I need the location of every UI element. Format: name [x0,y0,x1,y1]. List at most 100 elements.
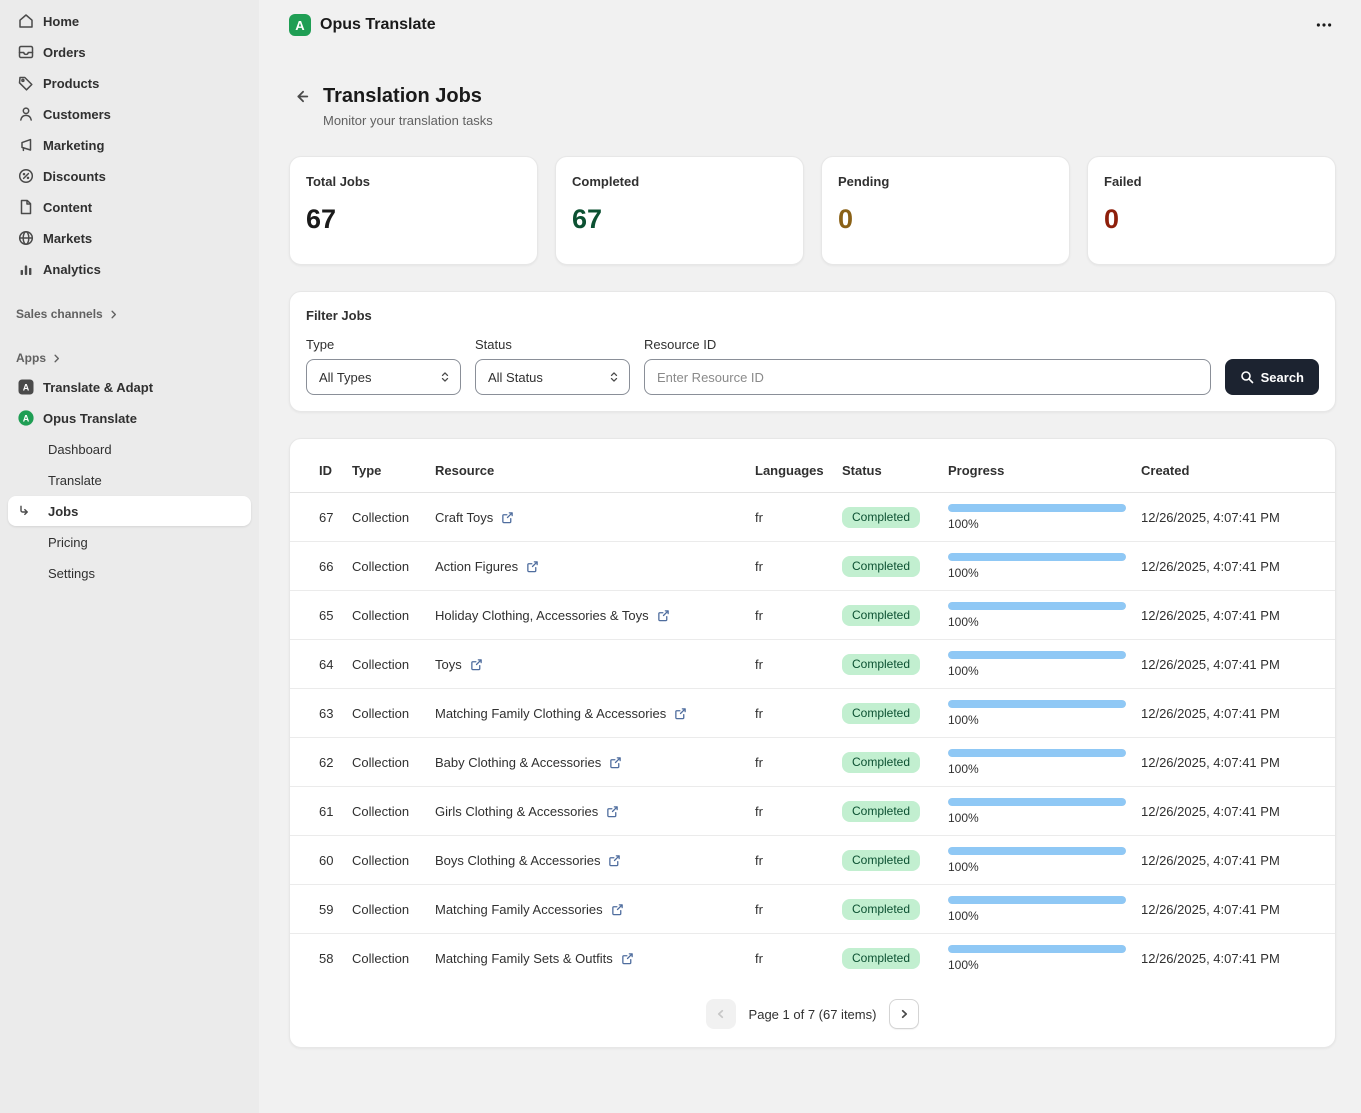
type-select[interactable]: All Types [306,359,461,395]
pagination-info: Page 1 of 7 (67 items) [749,1007,877,1022]
sidebar-subitem-pricing[interactable]: Pricing [8,527,251,557]
job-id: 58 [319,951,352,966]
status-badge: Completed [842,899,920,920]
status-badge: Completed [842,752,920,773]
table-row: 60 Collection Boys Clothing & Accessorie… [290,836,1335,885]
chevron-left-icon [714,1007,728,1021]
progress-bar [948,945,1126,953]
status-select[interactable]: All Status [475,359,630,395]
filter-row: Type All Types Status All Status Resourc… [306,337,1319,395]
external-link-icon[interactable] [611,903,624,916]
job-created: 12/26/2025, 4:07:41 PM [1141,804,1319,819]
external-link-icon[interactable] [526,560,539,573]
sidebar-item-label: Markets [43,231,92,246]
prev-page-button[interactable] [706,999,736,1029]
job-progress: 100% [948,945,1141,972]
updown-chevron-icon [439,371,451,383]
topbar: A Opus Translate [259,0,1361,50]
type-label: Type [306,337,461,352]
filter-title: Filter Jobs [306,308,1319,323]
progress-percent: 100% [948,566,1141,580]
table-row: 58 Collection Matching Family Sets & Out… [290,934,1335,983]
resource-name: Holiday Clothing, Accessories & Toys [435,608,649,623]
sidebar-item-customers[interactable]: Customers [8,99,251,129]
sidebar-item-home[interactable]: Home [8,6,251,36]
job-created: 12/26/2025, 4:07:41 PM [1141,951,1319,966]
sidebar-item-orders[interactable]: Orders [8,37,251,67]
job-languages: fr [755,755,842,770]
resource-id-input[interactable] [644,359,1211,395]
sidebar-subitem-jobs[interactable]: Jobs [8,496,251,526]
table-row: 62 Collection Baby Clothing & Accessorie… [290,738,1335,787]
sidebar-item-label: Content [43,200,92,215]
external-link-icon[interactable] [608,854,621,867]
job-resource: Craft Toys [435,510,755,525]
job-resource: Action Figures [435,559,755,574]
job-id: 67 [319,510,352,525]
progress-bar [948,700,1126,708]
sidebar-item-translate-adapt[interactable]: A Translate & Adapt [8,372,251,402]
translate-adapt-icon: A [16,377,36,397]
job-resource: Toys [435,657,755,672]
sidebar-item-marketing[interactable]: Marketing [8,130,251,160]
chevron-right-icon [897,1007,911,1021]
stat-value: 67 [572,204,787,235]
products-icon [16,73,36,93]
more-menu-button[interactable] [1311,12,1337,38]
sidebar-subitem-label: Dashboard [48,442,112,457]
elbow-arrow-icon [17,504,31,518]
progress-percent: 100% [948,958,1141,972]
page-header: Translation Jobs [289,84,1336,108]
svg-text:A: A [23,383,30,393]
table-row: 67 Collection Craft Toys fr Completed 10… [290,493,1335,542]
job-progress: 100% [948,504,1141,531]
external-link-icon[interactable] [501,511,514,524]
external-link-icon[interactable] [609,756,622,769]
job-id: 61 [319,804,352,819]
sidebar-item-label: Orders [43,45,86,60]
job-created: 12/26/2025, 4:07:41 PM [1141,608,1319,623]
page-subtitle: Monitor your translation tasks [323,113,1336,128]
progress-bar [948,749,1126,757]
sidebar-item-discounts[interactable]: Discounts [8,161,251,191]
sidebar-item-label: Marketing [43,138,104,153]
external-link-icon[interactable] [621,952,634,965]
progress-bar [948,896,1126,904]
sidebar-item-opus-translate[interactable]: A Opus Translate [8,403,251,433]
search-button[interactable]: Search [1225,359,1319,395]
external-link-icon[interactable] [657,609,670,622]
updown-chevron-icon [608,371,620,383]
sidebar-subitem-settings[interactable]: Settings [8,558,251,588]
stat-card-total-jobs: Total Jobs 67 [289,156,538,265]
external-link-icon[interactable] [606,805,619,818]
external-link-icon[interactable] [674,707,687,720]
progress-percent: 100% [948,713,1141,727]
external-link-icon[interactable] [470,658,483,671]
sidebar-item-label: Analytics [43,262,101,277]
sidebar-subitem-translate[interactable]: Translate [8,465,251,495]
job-progress: 100% [948,896,1141,923]
job-id: 60 [319,853,352,868]
progress-percent: 100% [948,909,1141,923]
col-id: ID [319,463,352,478]
sidebar-subitem-dashboard[interactable]: Dashboard [8,434,251,464]
job-id: 63 [319,706,352,721]
back-button[interactable] [289,84,313,108]
sidebar-item-products[interactable]: Products [8,68,251,98]
next-page-button[interactable] [889,999,919,1029]
sales-channels-header[interactable]: Sales channels [8,300,251,328]
col-resource: Resource [435,463,755,478]
table-body: 67 Collection Craft Toys fr Completed 10… [290,493,1335,983]
job-type: Collection [352,510,435,525]
apps-header[interactable]: Apps [8,344,251,372]
job-languages: fr [755,853,842,868]
sidebar-item-markets[interactable]: Markets [8,223,251,253]
sidebar-item-content[interactable]: Content [8,192,251,222]
sidebar-item-label: Home [43,14,79,29]
job-languages: fr [755,951,842,966]
chevron-right-icon [108,309,119,320]
resource-name: Girls Clothing & Accessories [435,804,598,819]
job-type: Collection [352,755,435,770]
sidebar-item-analytics[interactable]: Analytics [8,254,251,284]
page-title: Translation Jobs [323,85,482,108]
